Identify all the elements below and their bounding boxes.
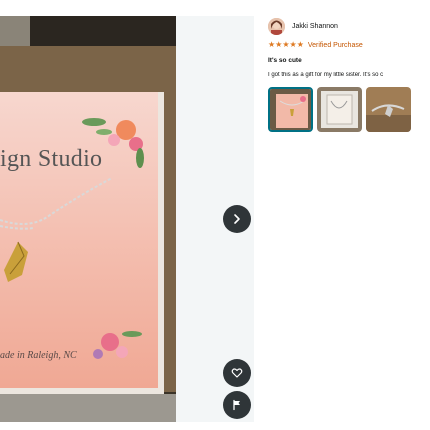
next-image-button[interactable]: [223, 205, 251, 233]
avatar[interactable]: [268, 17, 285, 35]
star-icon: ★: [289, 40, 297, 49]
verified-purchase-badge: Verified Purchase: [307, 41, 363, 49]
star-icon: ★: [275, 40, 283, 49]
review-photo: ign Studio ade in Raleigh, NC: [0, 16, 176, 422]
reviewer-photo: [268, 17, 285, 35]
floral-decoration-bottom: [93, 331, 142, 359]
heart-icon: [231, 368, 243, 378]
report-button[interactable]: [223, 391, 251, 419]
thumbnail-1[interactable]: [268, 87, 313, 132]
reviewer-name[interactable]: Jakki Shannon: [292, 23, 338, 30]
review-panel: Jakki Shannon ★ ★ ★ ★ ★ Verified Purchas…: [268, 16, 430, 132]
card-subtitle-text: ade in Raleigh, NC: [0, 350, 77, 361]
star-icon: ★: [296, 40, 304, 49]
necklace-image: [0, 177, 113, 282]
star-icon: ★: [282, 40, 290, 49]
favorite-button[interactable]: [223, 359, 251, 387]
review-title: It's so cute: [268, 57, 302, 64]
reviewer-row: Jakki Shannon: [268, 16, 430, 36]
review-thumbnails: [268, 87, 430, 132]
thumbnail-2[interactable]: [317, 87, 362, 132]
star-icon: ★: [268, 40, 276, 49]
thumbnail-3[interactable]: [366, 87, 411, 132]
star-rating: ★ ★ ★ ★ ★: [268, 41, 304, 49]
review-body: I got this as a gift for my little siste…: [268, 72, 384, 78]
flag-icon: [233, 399, 240, 411]
chevron-right-icon: [234, 214, 240, 224]
necklace-card: ign Studio ade in Raleigh, NC: [0, 92, 164, 394]
card-brand-text: ign Studio: [0, 146, 103, 172]
rating-row: ★ ★ ★ ★ ★ Verified Purchase: [268, 39, 430, 51]
